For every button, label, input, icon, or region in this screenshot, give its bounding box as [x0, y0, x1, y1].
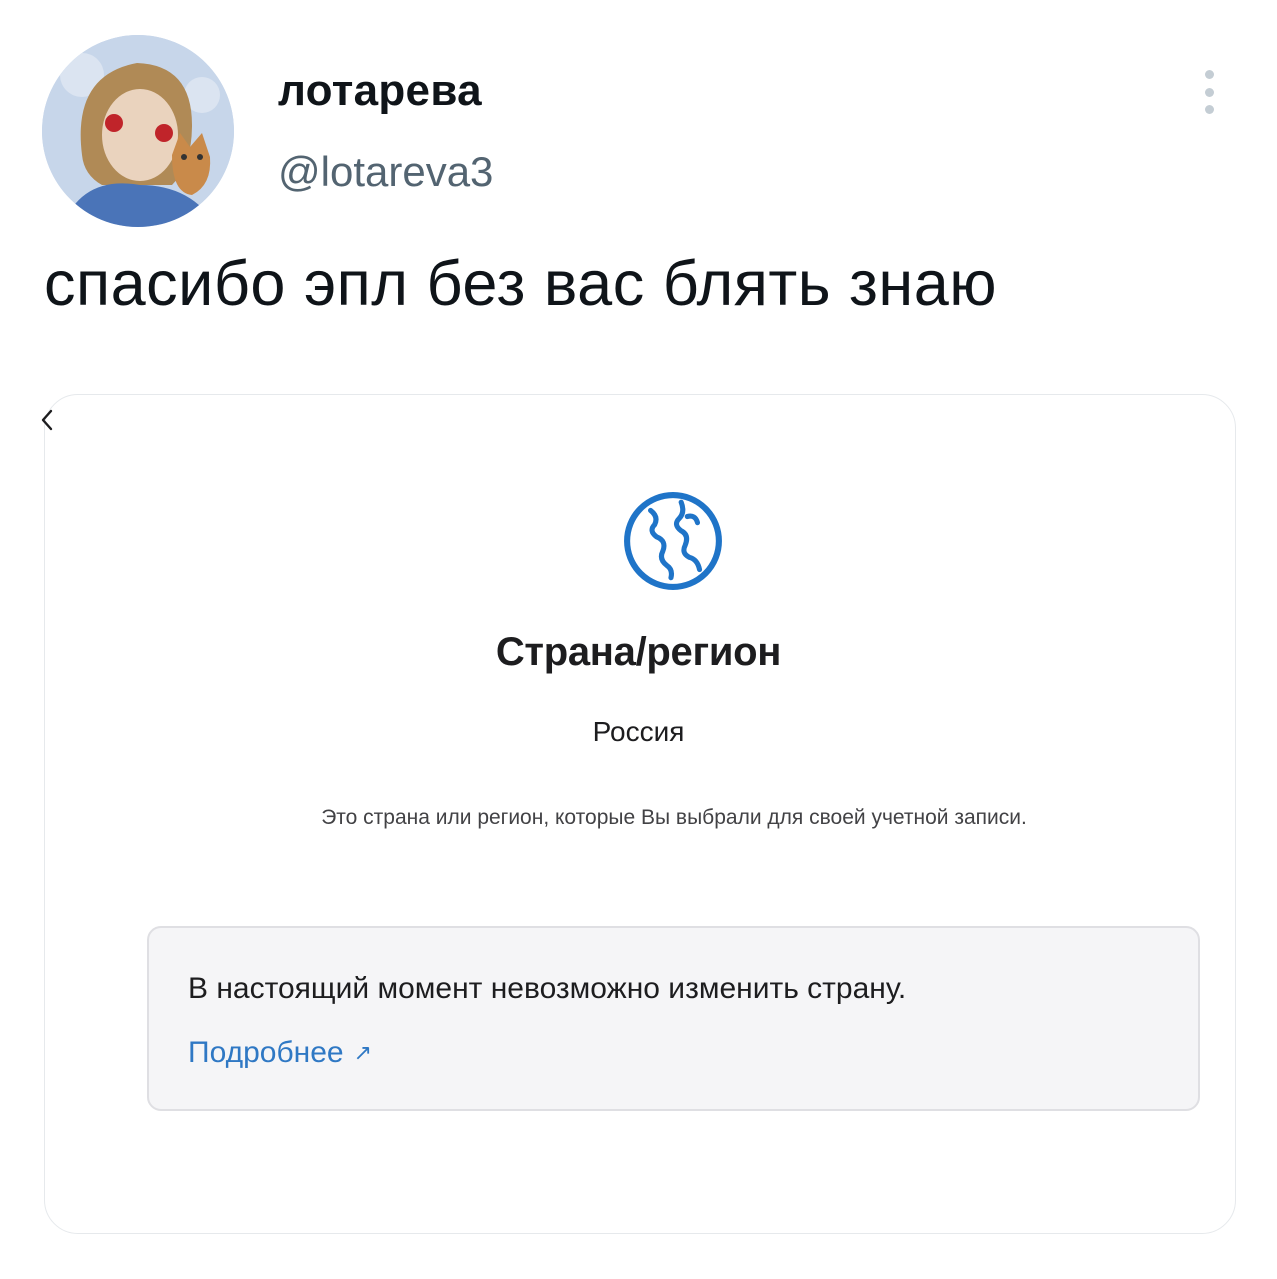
notice-box [147, 926, 1200, 1111]
more-vertical-icon[interactable] [1195, 70, 1223, 114]
more-dot [1204, 70, 1214, 79]
external-link-icon: ↗ [353, 1040, 373, 1065]
globe-icon [622, 490, 724, 592]
page-title: Страна/регион [495, 630, 782, 674]
more-dot [1204, 87, 1214, 97]
avatar-illustration [42, 35, 234, 227]
notice-text: В настоящий момент невозможно изменить с… [188, 972, 907, 1005]
author-avatar[interactable] [42, 35, 234, 227]
author-display-name[interactable]: лотарева [278, 66, 482, 116]
chevron-left-icon[interactable] [40, 408, 54, 432]
tweet-text: спасибо эпл без вас блять знаю [44, 249, 997, 319]
learn-more-link[interactable]: Подробнее ↗ [188, 1036, 372, 1070]
author-handle[interactable]: @lotareva3 [278, 148, 493, 196]
more-dot [1204, 105, 1214, 114]
learn-more-label: Подробнее [188, 1036, 344, 1069]
selected-country: Россия [592, 716, 685, 747]
country-description: Это страна или регион, которые Вы выбрал… [321, 806, 1027, 829]
